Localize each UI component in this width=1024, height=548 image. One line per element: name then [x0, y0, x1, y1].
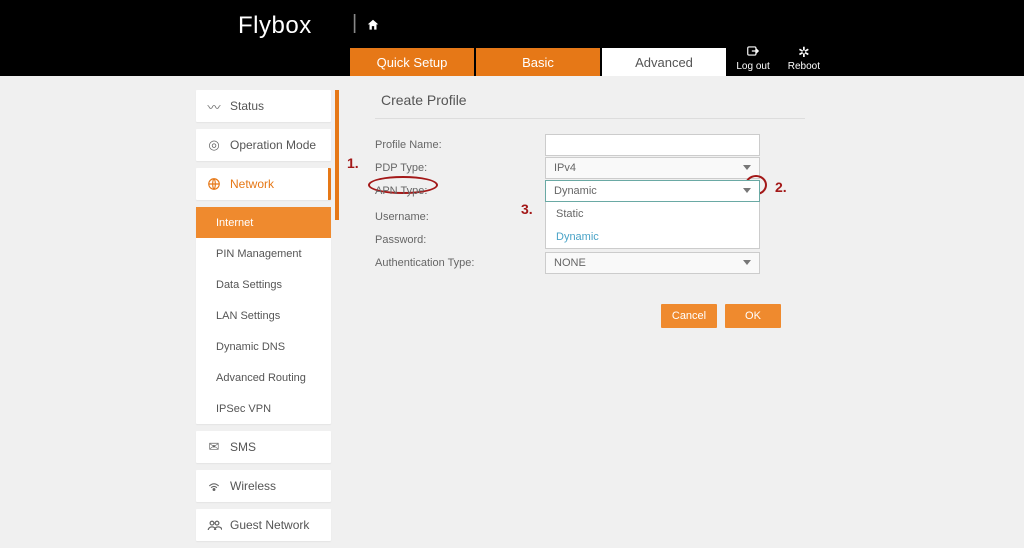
- reboot-icon: ✲: [798, 45, 810, 59]
- sidebar-item-wireless[interactable]: Wireless: [196, 470, 331, 502]
- sms-icon: ✉: [206, 439, 222, 455]
- subnav-lan-settings[interactable]: LAN Settings: [196, 300, 331, 331]
- subnav-pin-management[interactable]: PIN Management: [196, 238, 331, 269]
- ok-button[interactable]: OK: [725, 304, 781, 328]
- annotation-1: 1.: [347, 155, 359, 171]
- select-pdp-type[interactable]: IPv4: [545, 157, 760, 179]
- label-pdp-type: PDP Type:: [375, 162, 545, 174]
- apn-option-static[interactable]: Static: [546, 202, 759, 225]
- chevron-down-icon: [743, 188, 751, 193]
- app-header: Flybox | Quick Setup Basic Advanced Log …: [0, 0, 1024, 76]
- reboot-button[interactable]: ✲ Reboot: [788, 45, 820, 72]
- sidebar-label: Operation Mode: [230, 138, 316, 152]
- input-profile-name[interactable]: [545, 134, 760, 156]
- status-icon: 〰: [206, 98, 222, 114]
- page-body: 〰 Status ◎ Operation Mode Network Intern…: [0, 76, 1024, 548]
- row-profile-name: Profile Name:: [375, 133, 825, 156]
- label-apn-type: APN Type:: [375, 185, 545, 197]
- label-username: Username:: [375, 211, 545, 223]
- sidebar-label: Status: [230, 99, 264, 113]
- subnav-internet[interactable]: Internet: [196, 207, 331, 238]
- subnav-advanced-routing[interactable]: Advanced Routing: [196, 362, 331, 393]
- sidebar: 〰 Status ◎ Operation Mode Network Intern…: [196, 90, 331, 541]
- select-auth-type-value: NONE: [554, 257, 586, 269]
- sidebar-item-sms[interactable]: ✉ SMS: [196, 431, 331, 463]
- reboot-label: Reboot: [788, 61, 820, 72]
- row-apn-type: APN Type: Dynamic Static Dynamic: [375, 179, 825, 202]
- operation-mode-icon: ◎: [206, 137, 222, 153]
- sidebar-item-network[interactable]: Network: [196, 168, 331, 200]
- chevron-down-icon: [743, 260, 751, 265]
- label-profile-name: Profile Name:: [375, 139, 545, 151]
- brand-logo: Flybox: [238, 12, 312, 40]
- select-apn-type-value: Dynamic: [554, 185, 597, 197]
- header-actions: Log out ✲ Reboot: [736, 45, 820, 72]
- brand-separator: |: [352, 12, 357, 35]
- sidebar-subnav-network: Internet PIN Management Data Settings LA…: [196, 207, 331, 424]
- apn-type-dropdown: Static Dynamic: [545, 202, 760, 249]
- tab-advanced[interactable]: Advanced: [602, 48, 726, 76]
- profile-form: Profile Name: PDP Type: IPv4 APN Type: D…: [375, 133, 825, 328]
- guest-network-icon: [206, 517, 222, 533]
- tab-basic[interactable]: Basic: [476, 48, 600, 76]
- tab-quick-setup[interactable]: Quick Setup: [350, 48, 474, 76]
- logout-icon: [746, 45, 760, 59]
- subnav-dynamic-dns[interactable]: Dynamic DNS: [196, 331, 331, 362]
- select-auth-type[interactable]: NONE: [545, 252, 760, 274]
- sidebar-label: Network: [230, 177, 274, 191]
- logout-button[interactable]: Log out: [736, 45, 769, 72]
- select-pdp-type-value: IPv4: [554, 162, 576, 174]
- wireless-icon: [206, 478, 222, 494]
- sidebar-label: Guest Network: [230, 518, 309, 532]
- subnav-ipsec-vpn[interactable]: IPSec VPN: [196, 393, 331, 424]
- network-icon: [206, 176, 222, 192]
- row-pdp-type: PDP Type: IPv4: [375, 156, 825, 179]
- sidebar-item-guest-network[interactable]: Guest Network: [196, 509, 331, 541]
- sidebar-item-operation-mode[interactable]: ◎ Operation Mode: [196, 129, 331, 161]
- home-icon[interactable]: [366, 18, 380, 35]
- label-auth-type: Authentication Type:: [375, 257, 545, 269]
- cancel-button[interactable]: Cancel: [661, 304, 717, 328]
- main-content: Create Profile Profile Name: PDP Type: I…: [375, 90, 825, 328]
- top-tabs: Quick Setup Basic Advanced: [350, 48, 726, 76]
- form-buttons: Cancel OK: [661, 304, 825, 328]
- sidebar-accent-stripe: [335, 90, 339, 220]
- select-apn-type[interactable]: Dynamic: [545, 180, 760, 202]
- chevron-down-icon: [743, 165, 751, 170]
- row-auth-type: Authentication Type: NONE: [375, 251, 825, 274]
- sidebar-label: Wireless: [230, 479, 276, 493]
- page-title: Create Profile: [375, 90, 805, 119]
- label-password: Password:: [375, 234, 545, 246]
- sidebar-label: SMS: [230, 440, 256, 454]
- apn-option-dynamic[interactable]: Dynamic: [546, 225, 759, 248]
- sidebar-item-status[interactable]: 〰 Status: [196, 90, 331, 122]
- logout-label: Log out: [736, 61, 769, 72]
- subnav-data-settings[interactable]: Data Settings: [196, 269, 331, 300]
